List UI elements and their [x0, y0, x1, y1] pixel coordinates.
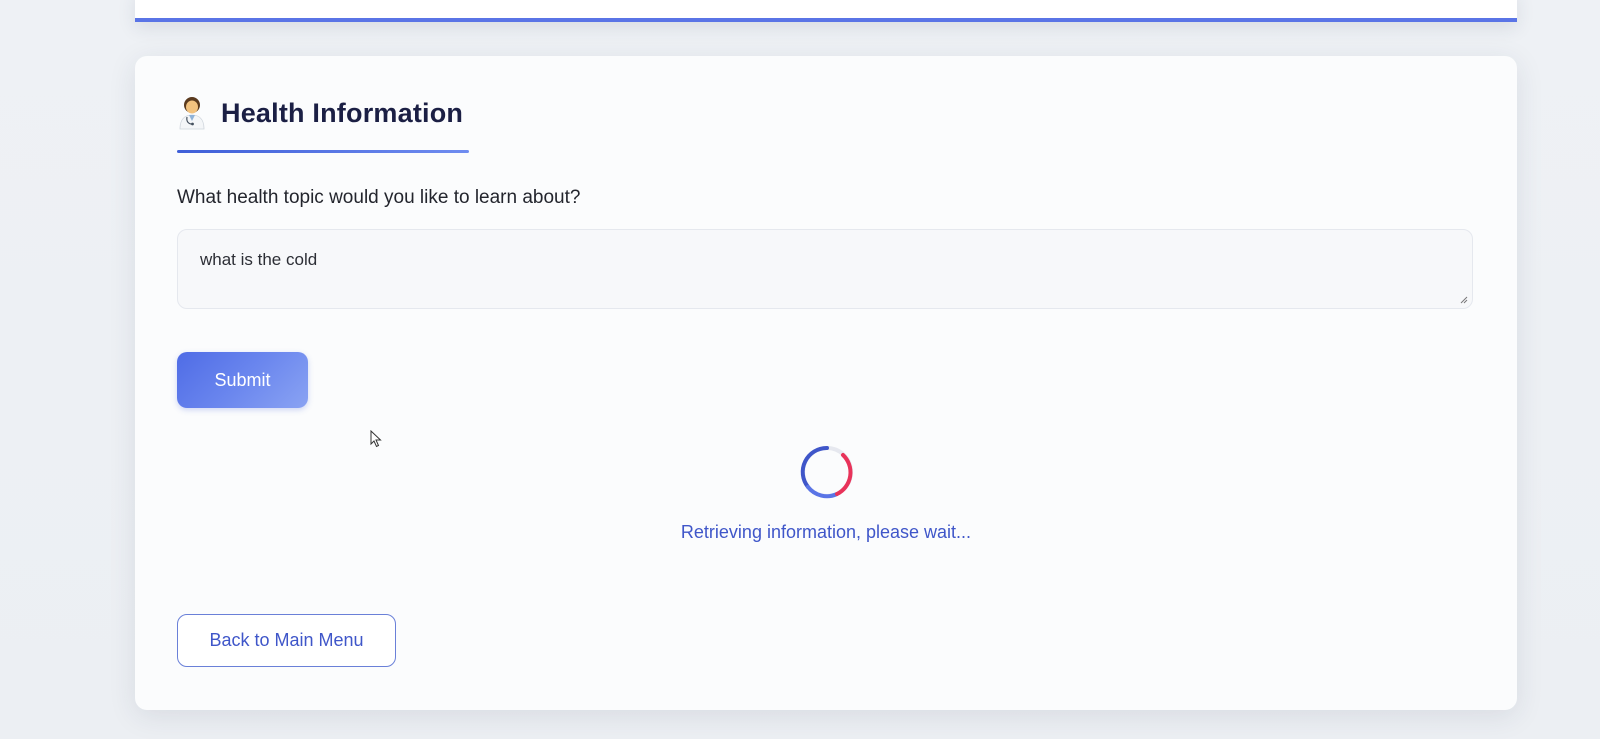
top-header-card: [135, 0, 1517, 22]
question-label: What health topic would you like to lear…: [177, 187, 581, 208]
textarea-value: what is the cold: [200, 250, 318, 269]
title-underline: [177, 150, 469, 153]
submit-button[interactable]: Submit: [177, 352, 308, 408]
mouse-cursor-icon: [370, 430, 382, 448]
health-topic-textarea[interactable]: what is the cold: [177, 229, 1473, 309]
health-worker-icon: [177, 96, 207, 130]
loading-status-text: Retrieving information, please wait...: [680, 522, 972, 542]
back-to-main-menu-button[interactable]: Back to Main Menu: [177, 614, 396, 667]
page-title: Health Information: [221, 97, 464, 128]
health-info-card: Health Information What health topic wou…: [135, 56, 1517, 710]
title-row: Health Information: [177, 96, 463, 130]
resize-handle-icon[interactable]: [1460, 296, 1468, 304]
loading-spinner-icon: [800, 445, 853, 499]
